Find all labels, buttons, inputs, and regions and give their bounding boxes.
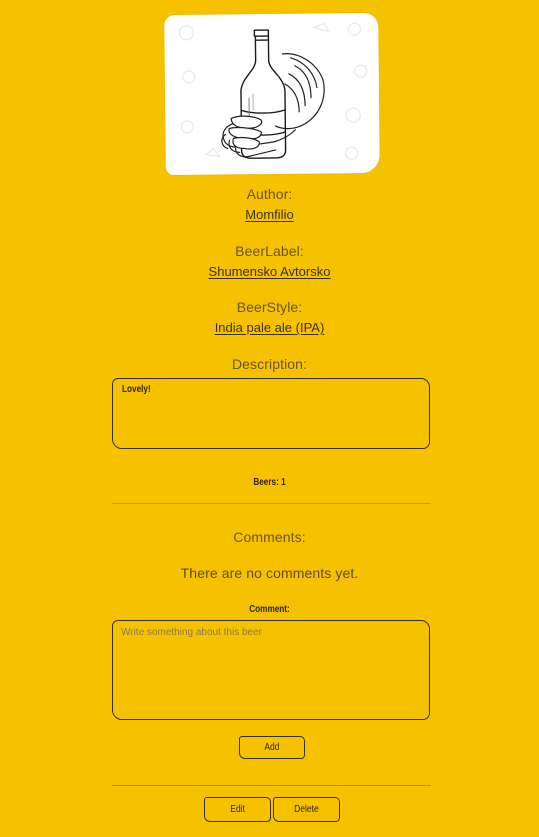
description-text: Lovely! bbox=[122, 384, 151, 395]
delete-button-label: Delete bbox=[294, 804, 319, 815]
author-link[interactable]: Momfilio bbox=[0, 207, 539, 222]
beer-style-link[interactable]: India pale ale (IPA) bbox=[0, 320, 539, 335]
description-label: Description: bbox=[231, 356, 308, 372]
add-comment-button[interactable]: Add bbox=[239, 736, 305, 759]
description-box: Lovely! bbox=[112, 378, 430, 449]
comment-input[interactable] bbox=[112, 620, 430, 720]
beer-style-link-text[interactable]: India pale ale (IPA) bbox=[215, 320, 325, 335]
beer-style-label: BeerStyle: bbox=[236, 299, 303, 315]
no-comments-text: There are no comments yet. bbox=[180, 565, 359, 581]
divider bbox=[112, 503, 431, 504]
add-comment-button-label: Add bbox=[264, 742, 280, 753]
beer-bottle-in-hand-illustration bbox=[178, 22, 368, 160]
actions-divider bbox=[112, 785, 431, 786]
beers-count: Beers: 1 bbox=[253, 477, 286, 488]
beer-image bbox=[164, 12, 380, 176]
comment-label: Comment: bbox=[249, 604, 290, 615]
edit-button-label: Edit bbox=[230, 804, 245, 815]
delete-button[interactable]: Delete bbox=[273, 797, 340, 822]
beer-details-page: Author: Momfilio BeerLabel: Shumensko Av… bbox=[0, 0, 539, 837]
comments-heading: Comments: bbox=[233, 529, 306, 545]
beer-label-link[interactable]: Shumensko Avtorsko bbox=[0, 264, 539, 279]
author-label: Author: bbox=[246, 186, 293, 202]
beer-label-label: BeerLabel: bbox=[235, 243, 304, 259]
beer-label-link-text[interactable]: Shumensko Avtorsko bbox=[209, 264, 331, 279]
author-link-text[interactable]: Momfilio bbox=[245, 207, 293, 222]
edit-button[interactable]: Edit bbox=[204, 797, 271, 822]
